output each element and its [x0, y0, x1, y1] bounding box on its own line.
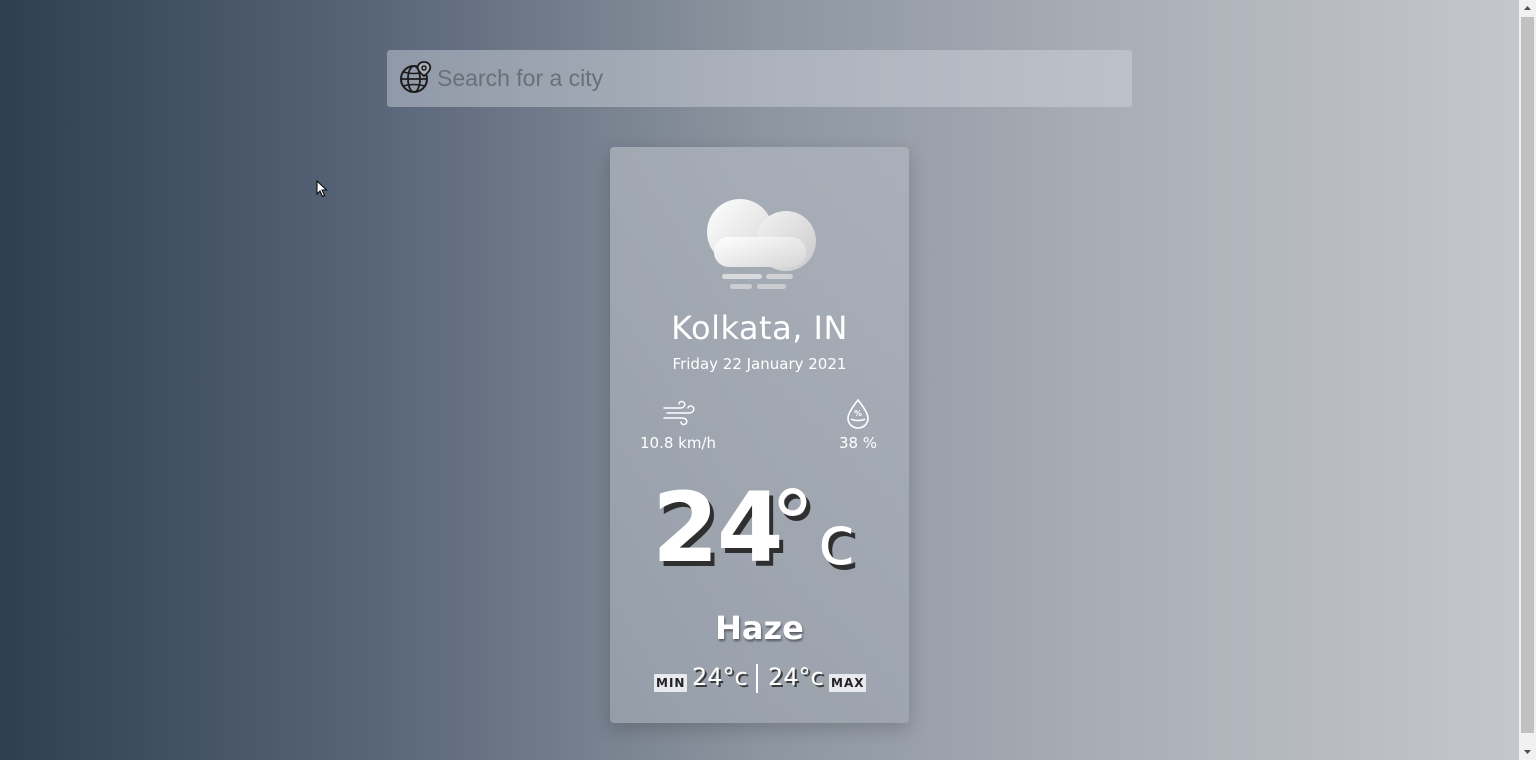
- scroll-up-arrow-icon[interactable]: [1519, 0, 1536, 17]
- temperature-unit: c: [818, 502, 856, 581]
- min-max-temperature: MIN 24°c 24°c MAX: [610, 663, 909, 695]
- min-label: MIN: [654, 674, 688, 692]
- mouse-cursor-icon: [316, 180, 328, 198]
- cloud-haze-icon: [707, 199, 816, 289]
- temperature-display: 24 ° c: [610, 472, 909, 584]
- min-max-divider: [756, 664, 758, 693]
- wind-icon: [663, 400, 695, 426]
- temperature-value: 24: [652, 472, 784, 584]
- svg-text:%: %: [854, 409, 862, 418]
- scroll-down-arrow-icon[interactable]: [1519, 743, 1536, 760]
- city-name: Kolkata, IN: [671, 309, 848, 347]
- min-temperature: 24°c: [692, 663, 748, 691]
- current-date: Friday 22 January 2021: [672, 355, 847, 373]
- weather-card: Kolkata, IN Friday 22 January 2021 10.8 …: [610, 147, 909, 723]
- search-bar[interactable]: [387, 50, 1132, 107]
- max-temperature: 24°c: [768, 663, 824, 691]
- globe-location-icon: [400, 61, 432, 93]
- max-label: MAX: [829, 674, 867, 692]
- search-input[interactable]: [437, 50, 1117, 107]
- wind-speed: 10.8 km/h: [639, 434, 717, 452]
- humidity-drop-icon: %: [847, 399, 869, 429]
- temperature-degree: °: [770, 472, 815, 577]
- weather-condition: Haze: [715, 609, 804, 647]
- app-background: Kolkata, IN Friday 22 January 2021 10.8 …: [0, 0, 1519, 760]
- humidity-value: 38 %: [838, 434, 878, 452]
- scrollbar-thumb[interactable]: [1521, 17, 1534, 733]
- vertical-scrollbar[interactable]: [1519, 0, 1536, 760]
